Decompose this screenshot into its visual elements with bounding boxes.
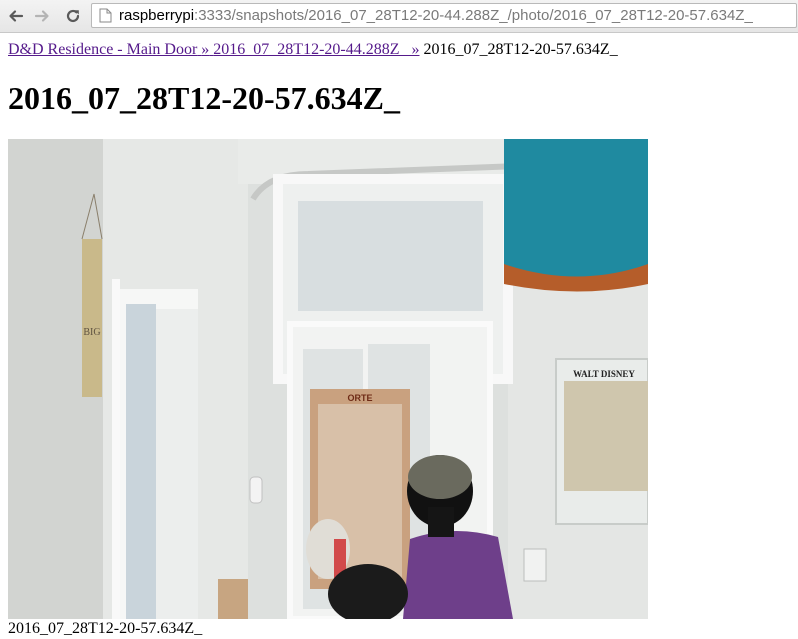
url-path: :3333/snapshots/2016_07_28T12-20-44.288Z… — [194, 7, 753, 24]
arrow-left-icon — [9, 10, 24, 22]
breadcrumb-link-snapshot[interactable]: 2016_07_28T12-20-44.288Z_ » — [213, 41, 419, 58]
breadcrumb-separator: » — [411, 41, 420, 58]
back-button[interactable] — [4, 4, 28, 28]
breadcrumb-link-snapshot-label: 2016_07_28T12-20-44.288Z_ — [213, 41, 408, 58]
page-title: 2016_07_28T12-20-57.634Z_ — [8, 80, 400, 116]
reload-button[interactable] — [61, 4, 85, 28]
poster-left-text: ORTE — [347, 393, 372, 403]
photo-caption: 2016_07_28T12-20-57.634Z_ — [8, 620, 203, 637]
breadcrumb-separator: » — [201, 41, 210, 58]
browser-toolbar: raspberrypi:3333/snapshots/2016_07_28T12… — [0, 0, 798, 33]
address-bar[interactable]: raspberrypi:3333/snapshots/2016_07_28T12… — [91, 3, 797, 28]
forward-button[interactable] — [30, 4, 54, 28]
address-url: raspberrypi:3333/snapshots/2016_07_28T12… — [119, 4, 753, 27]
page-icon — [99, 8, 112, 23]
url-host: raspberrypi — [119, 7, 195, 24]
sign-text: BIG — [83, 327, 100, 338]
breadcrumb-link-residence[interactable]: D&D Residence - Main Door » — [8, 41, 213, 58]
breadcrumb-current: 2016_07_28T12-20-57.634Z_ — [423, 41, 618, 58]
arrow-right-icon — [34, 10, 49, 22]
breadcrumb: D&D Residence - Main Door » 2016_07_28T1… — [8, 40, 618, 59]
snapshot-photo: BIG ORTE WALT DISNEY — [8, 139, 648, 619]
reload-icon — [66, 9, 80, 23]
breadcrumb-link-residence-label: D&D Residence - Main Door — [8, 41, 198, 58]
poster-right-text: WALT DISNEY — [573, 369, 635, 379]
snapshot-image: BIG ORTE WALT DISNEY — [8, 139, 648, 619]
